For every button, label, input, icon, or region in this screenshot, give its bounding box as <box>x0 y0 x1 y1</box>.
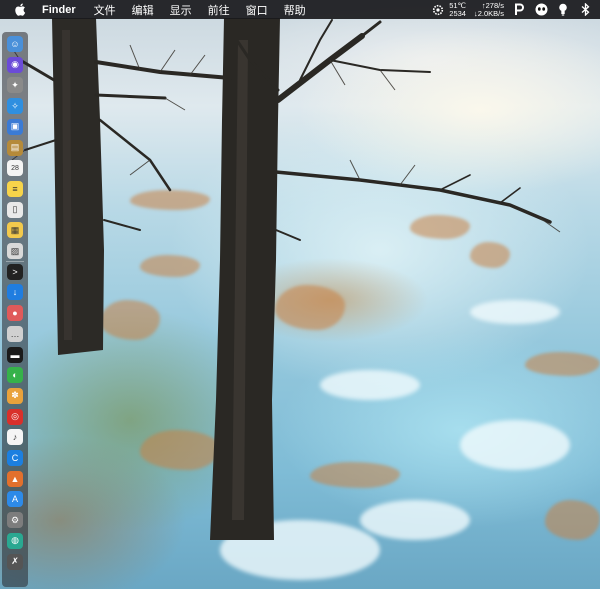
activity-monitor-icon[interactable]: ▬ <box>7 346 23 363</box>
lightbulb-icon[interactable] <box>556 3 570 17</box>
menu-window[interactable]: 窗口 <box>246 2 268 18</box>
notes-icon[interactable]: ≡ <box>7 180 23 197</box>
siri-icon[interactable]: ◉ <box>7 56 23 73</box>
launchpad-icon[interactable]: ✦ <box>7 77 23 94</box>
preview-icon[interactable]: ▨ <box>7 243 23 259</box>
gear-icon[interactable] <box>431 3 445 17</box>
alien-face-icon[interactable] <box>534 3 548 17</box>
orange-app-icon[interactable]: ▲ <box>7 470 23 487</box>
download-speed-readout: ↓2.0KB/s <box>473 8 504 18</box>
system-stats[interactable]: 51℃ 2534 <box>449 1 466 18</box>
app-store-download-icon[interactable]: ↓ <box>7 284 23 301</box>
fan-speed-readout: 2534 <box>449 8 466 18</box>
bluetooth-icon[interactable] <box>578 3 592 17</box>
wallpaper-trees <box>9 18 561 540</box>
menu-view[interactable]: 显示 <box>170 2 192 18</box>
itunes-icon[interactable]: ♪ <box>7 429 23 446</box>
finder-icon[interactable]: ☺ <box>7 36 23 52</box>
photo-icon[interactable]: ▣ <box>7 118 23 135</box>
menu-app-finder[interactable]: Finder <box>42 4 76 16</box>
status-area: 51℃ 2534 ↑278/s ↓2.0KB/s <box>431 0 600 19</box>
teal-app-icon[interactable]: ◍ <box>7 532 23 549</box>
utility-app-icon[interactable]: ✗ <box>7 553 23 570</box>
menu-edit[interactable]: 编辑 <box>132 2 154 18</box>
menu-file[interactable]: 文件 <box>94 2 116 18</box>
menu-help[interactable]: 帮助 <box>284 2 306 18</box>
qq-browser-icon[interactable]: C <box>7 450 23 466</box>
app-store-icon[interactable]: A <box>7 491 23 508</box>
system-preferences-icon[interactable]: ⚙ <box>7 512 23 529</box>
menu-bar: Finder 文件 编辑 显示 前往 窗口 帮助 51℃ 2534 ↑278/s… <box>0 0 600 19</box>
menu-go[interactable]: 前往 <box>208 2 230 18</box>
terminal-icon[interactable]: > <box>7 263 23 280</box>
network-stats[interactable]: ↑278/s ↓2.0KB/s <box>473 1 504 18</box>
safari-icon[interactable]: ✧ <box>7 98 23 115</box>
dock: ☺ ◉ ✦ ✧ ▣ ▤ 28 ≡ ▯ ▦ ▨ > ↓ ● … ▬ ◐ ✽ ◎ ♪ C ▲ A ⚙ ◍ ✗ <box>2 32 28 587</box>
pinwheel-icon[interactable]: ✽ <box>7 387 23 404</box>
notebook-icon[interactable]: ▤ <box>7 139 23 156</box>
apple-menu-icon[interactable] <box>10 3 30 16</box>
netease-music-icon[interactable]: ◎ <box>7 408 23 425</box>
dock-divider <box>6 261 24 263</box>
stickies-icon[interactable]: ▦ <box>7 222 23 239</box>
wechat-icon[interactable]: ◐ <box>7 367 23 384</box>
p-app-icon[interactable] <box>512 3 526 17</box>
messages-icon[interactable]: … <box>7 325 23 342</box>
colorful-app-icon[interactable]: ● <box>7 305 23 322</box>
calendar-icon[interactable]: 28 <box>7 160 23 177</box>
document-icon[interactable]: ▯ <box>7 201 23 218</box>
